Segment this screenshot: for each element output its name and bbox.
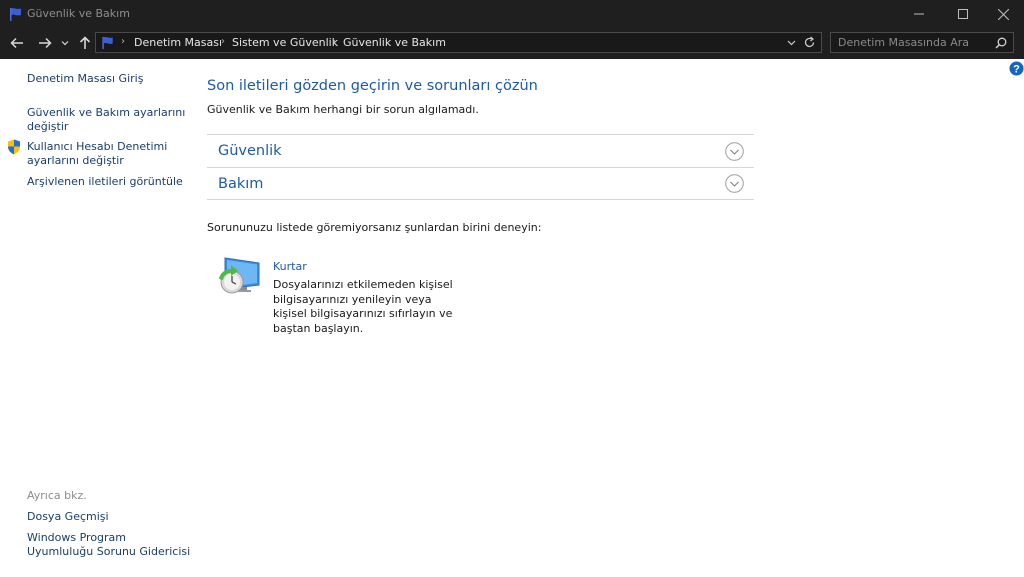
status-text: Güvenlik ve Bakım herhangi bir sorun alg…: [207, 103, 479, 116]
minimize-button[interactable]: [896, 0, 942, 28]
title-bar: Güvenlik ve Bakım: [0, 0, 1024, 28]
sidebar-item-change-settings[interactable]: Güvenlik ve Bakım ayarlarını değiştir: [27, 106, 185, 134]
help-icon[interactable]: ?: [1009, 61, 1024, 76]
recent-dropdown-icon: [61, 41, 69, 46]
sidebar-item-uac[interactable]: Kullanıcı Hesabı Denetimi ayarlarını değ…: [27, 140, 167, 168]
close-icon: [997, 8, 1009, 20]
flag-icon: [10, 8, 21, 21]
recovery-description: Dosyalarınızı etkilemeden kişisel bilgis…: [273, 278, 453, 335]
up-icon: [79, 36, 91, 49]
sidebar-item-file-history[interactable]: Dosya Geçmişi: [27, 510, 109, 524]
flag-icon: [102, 36, 113, 50]
sidebar-item-label: ayarlarını değiştir: [27, 154, 124, 167]
see-also-heading: Ayrıca bkz.: [27, 489, 87, 502]
navigation-bar: › Denetim Masası › Sistem ve Güvenlik › …: [0, 28, 1024, 59]
sidebar-item-label: değiştir: [27, 120, 69, 133]
breadcrumb-separator: ›: [121, 36, 125, 47]
maintenance-section-header[interactable]: Bakım: [218, 176, 263, 192]
up-button[interactable]: [76, 34, 94, 52]
window-title: Güvenlik ve Bakım: [27, 7, 130, 20]
breadcrumb-separator: ›: [332, 36, 336, 47]
sidebar-item-compatibility-troubleshooter[interactable]: Windows Program Uyumluluğu Sorunu Gideri…: [27, 531, 190, 559]
sidebar-item-label: Uyumluluğu Sorunu Gidericisi: [27, 545, 191, 558]
maximize-icon: [958, 9, 968, 19]
forward-icon: [39, 37, 52, 49]
svg-text:?: ?: [1013, 64, 1020, 76]
page-title: Son iletileri gözden geçirin ve sorunlar…: [207, 78, 538, 94]
breadcrumb-system-security[interactable]: Sistem ve Güvenlik: [232, 36, 338, 49]
chevron-down-icon[interactable]: [787, 40, 796, 46]
chevron-down-icon[interactable]: [725, 142, 744, 161]
recovery-link[interactable]: Kurtar: [273, 260, 307, 273]
search-input[interactable]: Denetim Masasında Ara: [838, 36, 969, 49]
refresh-icon[interactable]: [803, 36, 816, 49]
search-icon[interactable]: [995, 37, 1007, 49]
breadcrumb-control-panel[interactable]: Denetim Masası: [134, 36, 222, 49]
recent-locations-button[interactable]: [59, 34, 71, 52]
chevron-down-icon[interactable]: [725, 174, 744, 193]
divider: [207, 134, 754, 135]
sidebar-item-label: Güvenlik ve Bakım ayarlarını: [27, 106, 186, 119]
minimize-icon: [914, 13, 924, 15]
recovery-icon[interactable]: [217, 255, 261, 295]
sidebar-item-label: Windows Program: [27, 531, 127, 544]
sidebar-item-home[interactable]: Denetim Masası Giriş: [27, 72, 143, 86]
divider: [207, 167, 754, 168]
breadcrumb-security-maintenance[interactable]: Güvenlik ve Bakım: [343, 36, 446, 49]
sidebar-item-archived-messages[interactable]: Arşivlenen iletileri görüntüle: [27, 175, 183, 189]
breadcrumb-separator: ›: [221, 36, 225, 47]
forward-button[interactable]: [36, 34, 54, 52]
search-box[interactable]: Denetim Masasında Ara: [830, 32, 1014, 53]
sidebar-item-label: Kullanıcı Hesabı Denetimi: [27, 140, 168, 153]
close-button[interactable]: [980, 0, 1024, 28]
security-section-header[interactable]: Güvenlik: [218, 143, 282, 159]
try-instructions: Sorununuzu listede göremiyorsanız şunlar…: [207, 221, 542, 234]
divider: [207, 199, 754, 200]
back-button[interactable]: [8, 34, 26, 52]
shield-icon: [8, 139, 20, 155]
back-icon: [10, 37, 23, 49]
address-bar[interactable]: › Denetim Masası › Sistem ve Güvenlik › …: [95, 32, 822, 53]
